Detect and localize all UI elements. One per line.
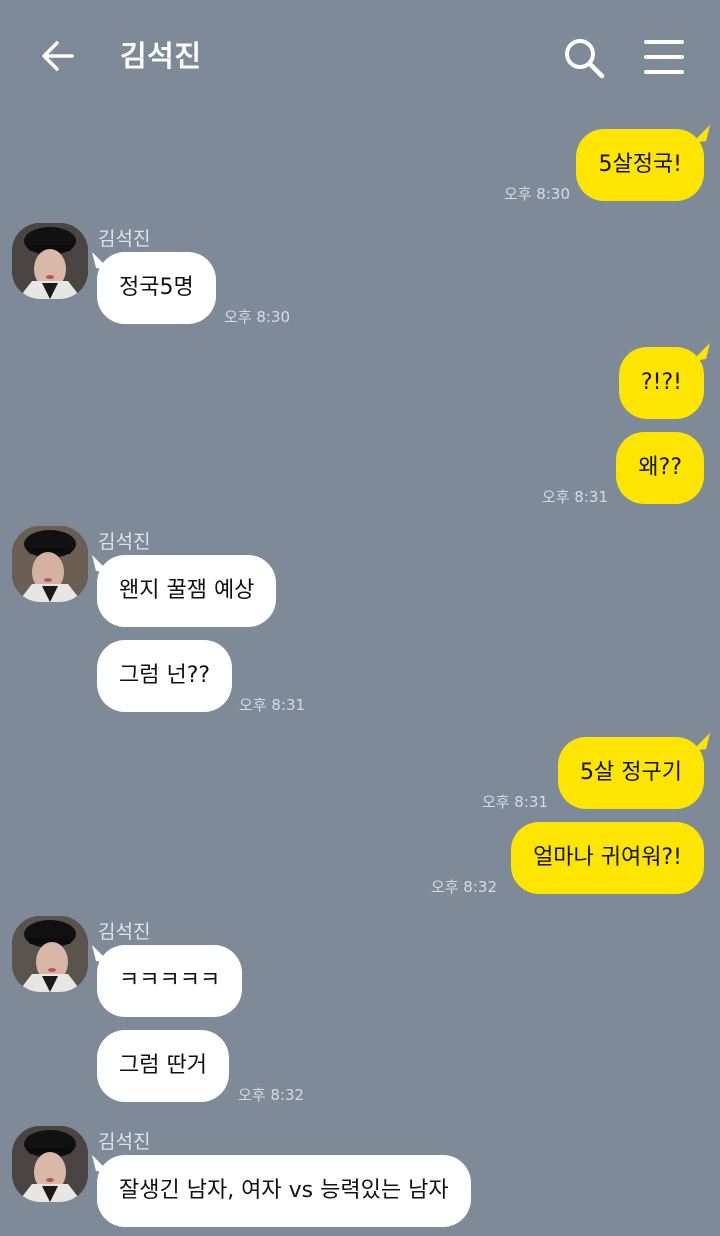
sender-avatar[interactable] xyxy=(12,1126,88,1202)
their-message-bubble[interactable]: ㅋㅋㅋㅋㅋ xyxy=(97,945,243,1017)
message-time: 오후 8:31 xyxy=(481,793,548,811)
message-time: 오후 8:31 xyxy=(239,696,306,714)
message-time: 오후 8:30 xyxy=(224,308,291,326)
avatar-image xyxy=(12,916,88,992)
message-time: 오후 8:32 xyxy=(238,1086,305,1104)
sender-name: 김석진 xyxy=(98,228,151,250)
avatar-image xyxy=(12,1126,88,1202)
message-time: 오후 8:30 xyxy=(503,185,570,203)
sender-name: 김석진 xyxy=(98,531,151,553)
bubble-tail xyxy=(92,945,110,963)
sender-avatar[interactable] xyxy=(12,223,88,299)
sender-avatar[interactable] xyxy=(12,916,88,992)
sender-name: 김석진 xyxy=(98,921,151,943)
my-message-bubble[interactable]: 얼마나 귀여워?! xyxy=(511,822,704,894)
my-message-bubble[interactable]: 왜?? xyxy=(616,432,704,504)
their-message-bubble[interactable]: 그럼 딴거 xyxy=(97,1030,229,1102)
sender-avatar[interactable] xyxy=(12,526,88,602)
their-message-bubble[interactable]: 왠지 꿀잼 예상 xyxy=(97,555,277,627)
message-time: 오후 8:31 xyxy=(541,488,608,506)
avatar-image xyxy=(12,223,88,299)
their-message-bubble[interactable]: 잘생긴 남자, 여자 vs 능력있는 남자 xyxy=(97,1155,471,1227)
avatar-image xyxy=(12,526,88,602)
sender-name: 김석진 xyxy=(98,1131,151,1153)
bubble-tail xyxy=(692,733,710,751)
bubble-tail xyxy=(692,125,710,143)
my-message-bubble[interactable]: 5살 정구기 xyxy=(558,737,704,809)
my-message-bubble[interactable]: 5살정국! xyxy=(576,129,704,201)
chat-messages: 5살정국! 오후 8:30 김석진 정국5명 오후 8:30 ?!?! 왜?? … xyxy=(0,0,720,1236)
bubble-tail xyxy=(92,555,110,573)
their-message-bubble[interactable]: 정국5명 xyxy=(97,252,216,324)
bubble-tail xyxy=(92,1155,110,1173)
message-time: 오후 8:32 xyxy=(430,878,497,896)
bubble-tail xyxy=(692,343,710,361)
their-message-bubble[interactable]: 그럼 넌?? xyxy=(97,640,233,712)
bubble-tail xyxy=(92,252,110,270)
